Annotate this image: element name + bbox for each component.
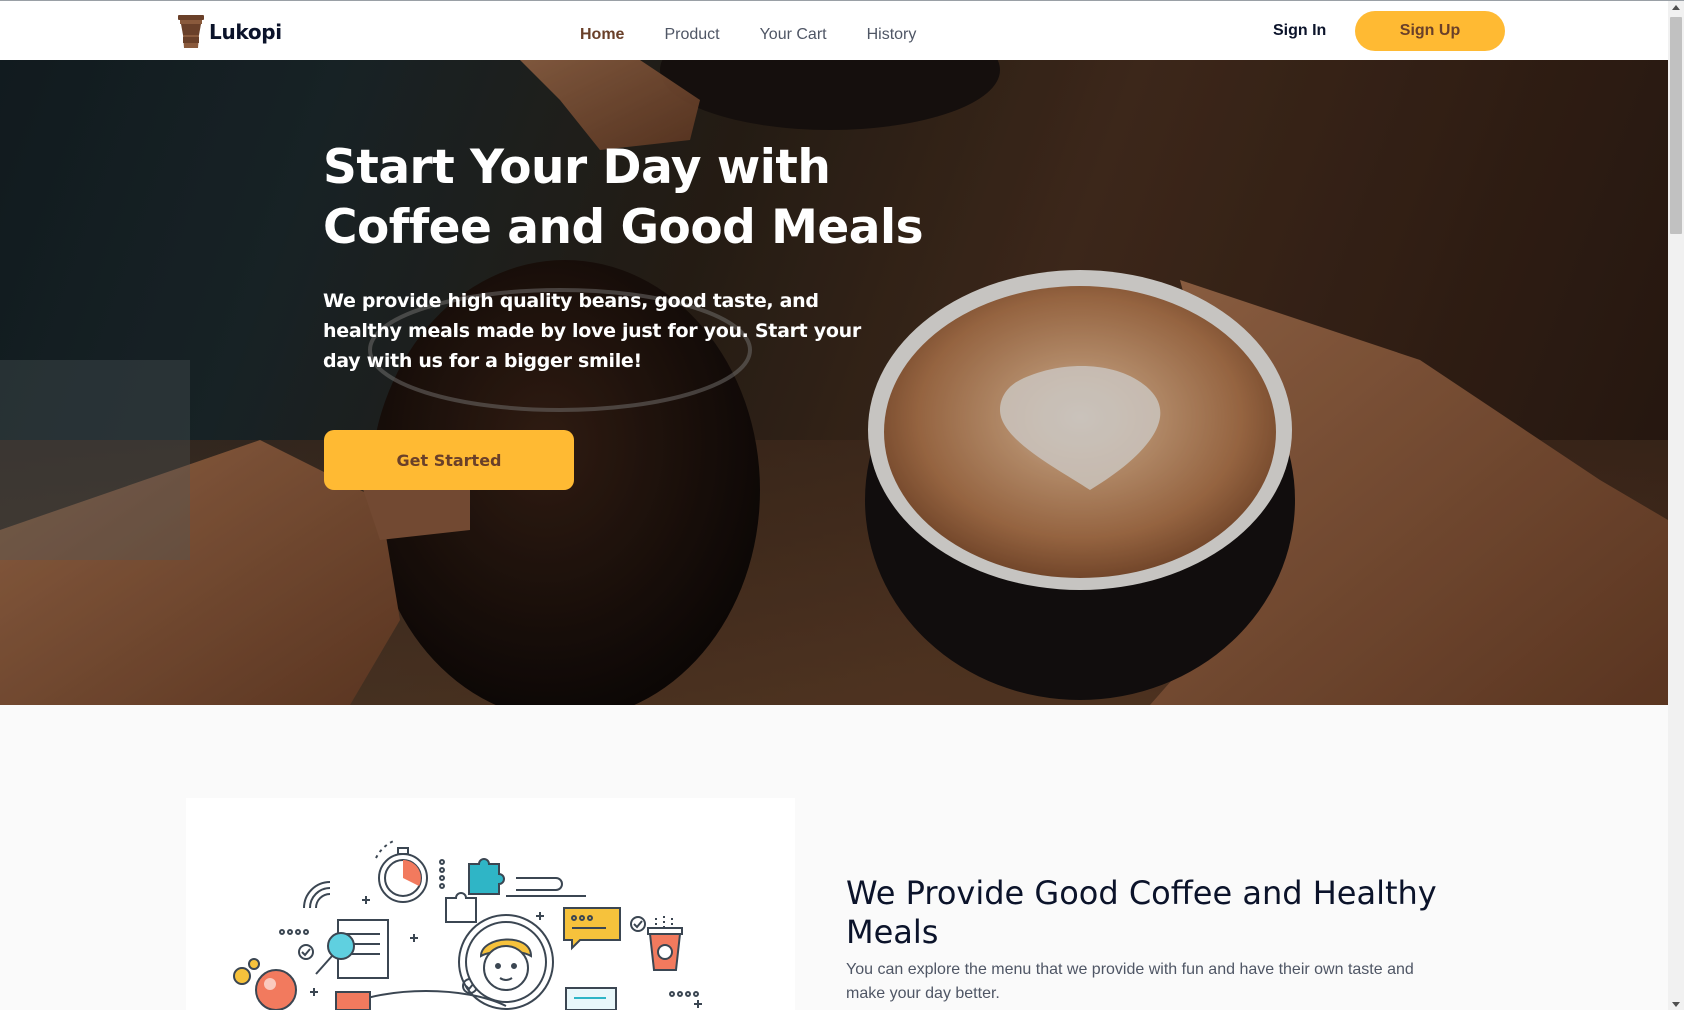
brand-logo[interactable]: Lukopi <box>178 15 282 49</box>
coffee-cup-icon <box>178 15 204 48</box>
page-scrollbar[interactable] <box>1668 1 1684 1010</box>
nav-product[interactable]: Product <box>664 26 719 44</box>
feature-illustration <box>186 798 795 1010</box>
nav-home[interactable]: Home <box>580 26 624 44</box>
navbar: Lukopi Home Product Your Cart History Si… <box>0 1 1668 60</box>
feature-description: You can explore the menu that we provide… <box>846 961 1414 1002</box>
sign-up-button[interactable]: Sign Up <box>1355 11 1505 51</box>
hero-description: We provide high quality beans, good tast… <box>323 290 861 372</box>
sign-in-link[interactable]: Sign In <box>1273 22 1326 40</box>
feature-title: We Provide Good Coffee and Healthy Meals <box>846 874 1437 951</box>
nav-history[interactable]: History <box>867 26 917 44</box>
main-nav: Home Product Your Cart History <box>580 26 956 44</box>
brand-name: Lukopi <box>209 20 282 44</box>
scroll-thumb[interactable] <box>1670 17 1682 234</box>
services-illustration-icon <box>233 839 702 1010</box>
nav-your-cart[interactable]: Your Cart <box>760 26 827 44</box>
get-started-button[interactable]: Get Started <box>324 430 574 490</box>
scroll-down-arrow-icon[interactable] <box>1672 1002 1680 1007</box>
hero-title: Start Your Day with Coffee and Good Meal… <box>323 140 924 255</box>
hero-section: Start Your Day with Coffee and Good Meal… <box>0 60 1668 705</box>
scroll-up-arrow-icon[interactable] <box>1672 5 1680 10</box>
